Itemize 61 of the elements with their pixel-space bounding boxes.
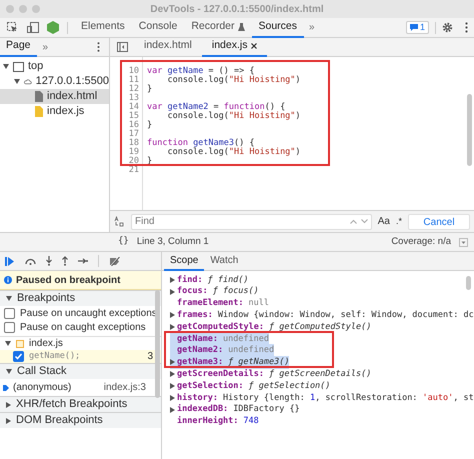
panel-tab[interactable]: Elements xyxy=(74,18,132,38)
scope-property[interactable]: frameElement: null xyxy=(170,297,270,310)
tree-item[interactable]: top xyxy=(0,59,109,74)
line-number: 16 xyxy=(128,121,139,130)
file-tab[interactable]: index.js xyxy=(202,38,268,56)
scope-property[interactable]: focus: ƒ focus() xyxy=(170,285,259,298)
code-line: } xyxy=(147,120,152,130)
issues-badge[interactable]: 1 xyxy=(406,21,429,34)
scope-property[interactable]: getName2: undefined xyxy=(170,344,274,358)
breakpoint-row[interactable]: getName(); 3 xyxy=(0,350,161,363)
scope-property[interactable]: getScreenDetails: ƒ getScreenDetails() xyxy=(170,368,372,381)
line-number: 19 xyxy=(128,148,139,157)
window-title: DevTools - 127.0.0.1:5500/index.html xyxy=(150,2,324,16)
line-number: 13 xyxy=(128,94,139,103)
line-number: 18 xyxy=(128,139,139,148)
code-line: console.log("Hi Hoisting") xyxy=(166,111,301,121)
cancel-button[interactable]: Cancel xyxy=(408,214,470,230)
code-line: var getName = () => { xyxy=(147,66,254,76)
line-number: 17 xyxy=(128,130,139,139)
more-tabs-button[interactable]: » xyxy=(36,40,54,54)
tree-item[interactable]: index.js xyxy=(0,104,109,119)
scope-property[interactable]: indexedDB: IDBFactory {} xyxy=(170,403,300,416)
line-number: 11 xyxy=(128,76,139,85)
line-number: 15 xyxy=(128,112,139,121)
code-line: console.log("Hi Hoisting") xyxy=(166,75,301,85)
scope-property[interactable]: find: ƒ find() xyxy=(170,274,249,286)
tree-item[interactable]: index.html xyxy=(0,89,109,104)
coverage-label: Coverage: n/a xyxy=(391,234,451,249)
sidebar-tab[interactable]: Scope xyxy=(164,252,204,270)
panel-tab[interactable]: Recorder xyxy=(184,18,252,38)
code-line: console.log("Hi Hoisting") xyxy=(166,147,301,157)
cursor-position: Line 3, Column 1 xyxy=(136,234,209,249)
regex-toggle[interactable]: .* xyxy=(396,214,402,228)
more-tabs-button[interactable]: » xyxy=(304,20,320,35)
section-header[interactable]: Call Stack xyxy=(0,363,161,379)
scope-property[interactable]: frames: Window {window: Window, self: Window, document: dc xyxy=(170,308,474,322)
sidebar-tab[interactable]: Watch xyxy=(204,252,244,270)
call-frame[interactable]: (anonymous) index.js:3 xyxy=(0,379,161,396)
line-number: 12 xyxy=(128,85,139,94)
scope-property[interactable]: history: History {length: 1, scrollRestoration: 'auto', st xyxy=(170,392,474,404)
line-number: 14 xyxy=(128,103,139,112)
tree-item[interactable]: 127.0.0.1:5500 xyxy=(0,74,109,89)
pause-option[interactable]: Pause on caught exceptions xyxy=(0,320,161,334)
scope-property[interactable]: innerHeight: 748 xyxy=(170,415,259,428)
match-case-toggle[interactable]: Aa xyxy=(378,214,390,229)
code-line: function getName3() { xyxy=(147,138,254,148)
section-header[interactable]: DOM Breakpoints xyxy=(0,412,161,428)
pause-option[interactable]: Pause on uncaught exceptions xyxy=(0,306,161,320)
panel-tab[interactable]: Console xyxy=(132,18,184,38)
navigator-tab[interactable]: Page xyxy=(0,38,37,56)
paused-banner: Paused on breakpoint xyxy=(0,271,161,290)
scope-property[interactable]: getSelection: ƒ getSelection() xyxy=(170,380,330,392)
line-number: 21 xyxy=(128,166,139,175)
line-number: 10 xyxy=(128,67,139,76)
code-line: var getName2 = function() { xyxy=(147,102,286,112)
pretty-print-button[interactable]: {} xyxy=(118,235,129,249)
code-line: } xyxy=(147,84,152,94)
line-number: 20 xyxy=(128,157,139,166)
section-header[interactable]: XHR/fetch Breakpoints xyxy=(0,396,161,412)
file-tab[interactable]: index.html xyxy=(134,38,202,56)
section-header[interactable]: Breakpoints xyxy=(0,290,161,306)
